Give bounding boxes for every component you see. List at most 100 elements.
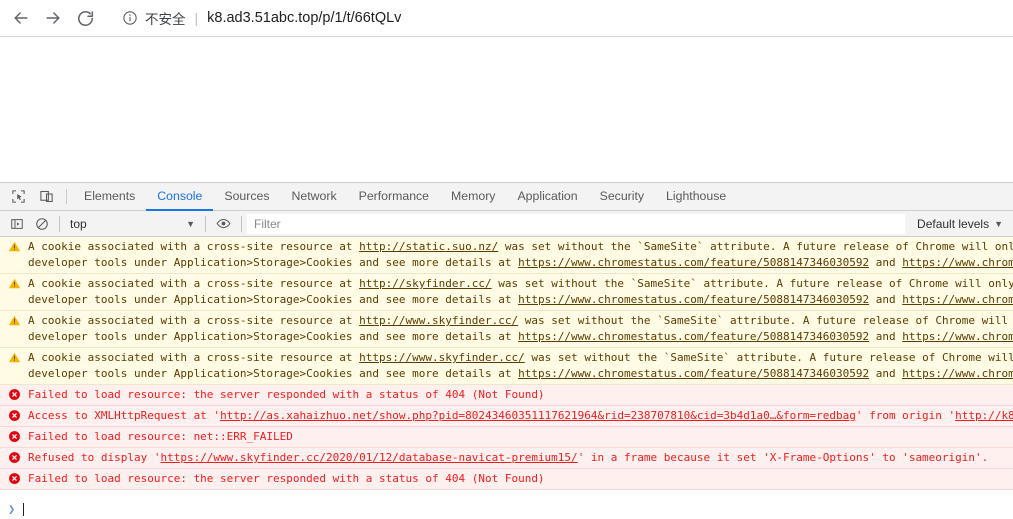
warning-triangle-icon	[8, 352, 21, 363]
reload-button[interactable]	[70, 3, 100, 33]
console-link[interactable]: https://www.chromestatus.com/feature/508…	[518, 256, 869, 269]
back-arrow-icon	[14, 12, 28, 24]
console-link[interactable]: http://as.xahaizhuo.net/show.php?pid=802…	[220, 409, 856, 422]
devtools-tabbar: Elements Console Sources Network Perform…	[0, 183, 1013, 211]
console-text: was set without the `SameSite` attribute…	[518, 314, 1013, 327]
console-message-text: Failed to load resource: the server resp…	[28, 387, 545, 403]
filter-input[interactable]	[247, 213, 906, 234]
console-warning-message[interactable]: A cookie associated with a cross-site re…	[0, 237, 1013, 274]
toolbar-divider-2	[205, 215, 206, 232]
url-text: k8.ad3.51abc.top/p/1/t/66tQLv	[207, 10, 402, 26]
live-expression-button[interactable]	[211, 213, 236, 235]
error-circle-icon	[8, 388, 22, 402]
tab-lighthouse-label: Lighthouse	[666, 189, 727, 203]
tab-sources-label: Sources	[224, 189, 270, 203]
console-link[interactable]: http://static.suo.nz/	[359, 240, 498, 253]
console-text: and	[869, 330, 903, 343]
console-error-message[interactable]: Refused to display 'https://www.skyfinde…	[0, 448, 1013, 469]
console-warning-message[interactable]: A cookie associated with a cross-site re…	[0, 348, 1013, 385]
console-message-text: A cookie associated with a cross-site re…	[28, 239, 1013, 271]
console-message-line: Refused to display 'https://www.skyfinde…	[28, 450, 988, 466]
console-message-text: Failed to load resource: the server resp…	[28, 471, 545, 487]
console-error-message[interactable]: Access to XMLHttpRequest at 'http://as.x…	[0, 406, 1013, 427]
console-message-list[interactable]: A cookie associated with a cross-site re…	[0, 237, 1013, 499]
prompt-caret-icon: ❯	[8, 502, 16, 516]
execution-context-selector[interactable]: top ▼	[65, 214, 200, 234]
error-circle-icon	[9, 410, 20, 421]
warning-triangle-icon	[8, 240, 22, 254]
tab-lighthouse[interactable]: Lighthouse	[655, 183, 737, 211]
clear-console-button[interactable]	[29, 213, 54, 235]
console-message-line: A cookie associated with a cross-site re…	[28, 239, 1013, 255]
tab-security[interactable]: Security	[589, 183, 655, 211]
tab-console[interactable]: Console	[146, 183, 214, 211]
console-link[interactable]: http://k8.a	[955, 409, 1013, 422]
console-text: A cookie associated with a cross-site re…	[28, 314, 360, 327]
address-bar[interactable]: 不安全 | k8.ad3.51abc.top/p/1/t/66tQLv	[110, 4, 1007, 32]
console-warning-message[interactable]: A cookie associated with a cross-site re…	[0, 311, 1013, 348]
console-text: ' from origin '	[855, 409, 956, 422]
tab-elements[interactable]: Elements	[73, 183, 146, 211]
tab-console-label: Console	[157, 189, 203, 203]
console-link[interactable]: https://www.chromes	[902, 293, 1013, 306]
tab-application[interactable]: Application	[506, 183, 588, 211]
error-circle-icon	[9, 452, 20, 463]
console-error-message[interactable]: Failed to load resource: net::ERR_FAILED	[0, 427, 1013, 448]
error-circle-icon	[9, 473, 20, 484]
console-message-line: A cookie associated with a cross-site re…	[28, 276, 1013, 292]
console-link[interactable]: https://www.skyfinder.cc/2020/01/12/data…	[160, 451, 577, 464]
browser-toolbar: 不安全 | k8.ad3.51abc.top/p/1/t/66tQLv	[0, 0, 1013, 37]
console-text: Failed to load resource: net::ERR_FAILED	[28, 430, 293, 443]
console-toolbar: top ▼ Default levels ▼	[0, 211, 1013, 237]
console-link[interactable]: https://www.skyfinder.cc/	[359, 351, 525, 364]
tab-network[interactable]: Network	[281, 183, 348, 211]
warning-triangle-icon	[8, 241, 21, 252]
console-message-text: Access to XMLHttpRequest at 'http://as.x…	[28, 408, 1013, 424]
console-message-text: A cookie associated with a cross-site re…	[28, 313, 1013, 345]
execution-context-value: top	[70, 216, 87, 231]
execute-sidebar-icon	[10, 218, 23, 229]
devtools-panel: Elements Console Sources Network Perform…	[0, 182, 1013, 519]
prompt-text-cursor	[23, 502, 25, 516]
log-levels-selector[interactable]: Default levels ▼	[905, 217, 1013, 231]
console-text: and	[869, 256, 903, 269]
console-message-line: developer tools under Application>Storag…	[28, 366, 1013, 382]
console-prompt[interactable]: ❯	[0, 499, 1013, 519]
tab-elements-label: Elements	[84, 189, 136, 203]
console-message-line: A cookie associated with a cross-site re…	[28, 313, 1013, 329]
console-message-line: Failed to load resource: net::ERR_FAILED	[28, 429, 293, 445]
console-link[interactable]: https://www.chromes	[902, 330, 1013, 343]
console-link[interactable]: https://www.chromestatus.com/feature/508…	[518, 293, 869, 306]
console-warning-message[interactable]: A cookie associated with a cross-site re…	[0, 274, 1013, 311]
console-link[interactable]: https://www.chromes	[902, 367, 1013, 380]
console-text: developer tools under Application>Storag…	[28, 293, 519, 306]
console-link[interactable]: http://www.skyfinder.cc/	[359, 314, 518, 327]
device-toolbar-button[interactable]	[32, 183, 60, 210]
console-link[interactable]: http://skyfinder.cc/	[359, 277, 491, 290]
console-error-message[interactable]: Failed to load resource: the server resp…	[0, 385, 1013, 406]
console-text: developer tools under Application>Storag…	[28, 256, 519, 269]
error-circle-icon	[9, 431, 20, 442]
forward-button[interactable]	[38, 3, 68, 33]
console-message-line: developer tools under Application>Storag…	[28, 255, 1013, 271]
back-button[interactable]	[6, 3, 36, 33]
console-text: Refused to display '	[28, 451, 161, 464]
console-link[interactable]: https://www.chromes	[902, 256, 1013, 269]
console-text: A cookie associated with a cross-site re…	[28, 277, 360, 290]
console-text: and	[869, 293, 903, 306]
console-link[interactable]: https://www.chromestatus.com/feature/508…	[518, 367, 869, 380]
console-link[interactable]: https://www.chromestatus.com/feature/508…	[518, 330, 869, 343]
console-error-message[interactable]: Failed to load resource: the server resp…	[0, 469, 1013, 490]
tab-performance[interactable]: Performance	[348, 183, 440, 211]
tab-memory[interactable]: Memory	[440, 183, 506, 211]
chevron-down-icon: ▼	[994, 218, 1003, 229]
console-sidebar-button[interactable]	[4, 213, 29, 235]
warning-triangle-icon	[8, 277, 22, 291]
inspect-element-button[interactable]	[4, 183, 32, 210]
tab-sources[interactable]: Sources	[213, 183, 280, 211]
error-circle-icon	[8, 472, 22, 486]
reload-icon	[77, 10, 93, 26]
info-circle-icon[interactable]	[122, 10, 138, 26]
chevron-down-icon: ▼	[186, 218, 195, 229]
console-text: ' in a frame because it set 'X-Frame-Opt…	[577, 451, 989, 464]
